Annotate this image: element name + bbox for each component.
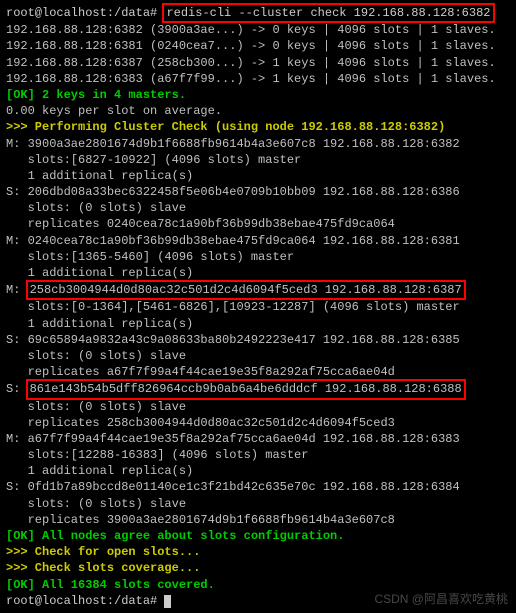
perform-line: >>> Performing Cluster Check (using node… <box>6 119 510 135</box>
node-line: M: 0240cea78c1a90bf36b99db38ebae475fd9ca… <box>6 233 510 249</box>
node-line: slots: (0 slots) slave <box>6 348 510 364</box>
node-line: 1 additional replica(s) <box>6 463 510 479</box>
node-line: S: 0fd1b7a89bccd8e01140ce1c3f21bd42c635e… <box>6 479 510 495</box>
node-line: S: 206dbd08a33bec6322458f5e06b4e0709b10b… <box>6 184 510 200</box>
node-line: S: 69c65894a9832a43c9a08633ba80b2492223e… <box>6 332 510 348</box>
highlight-slave-6388: 861e143b54b5dff826964ccb9b0ab6a4be6dddcf… <box>26 379 466 399</box>
node-line: M: 3900a3ae2801674d9b1f6688fb9614b4a3e60… <box>6 136 510 152</box>
summary-line: 192.168.88.128:6381 (0240cea7...) -> 0 k… <box>6 38 510 54</box>
node-line: slots:[0-1364],[5461-6826],[10923-12287]… <box>6 299 510 315</box>
node-line: slots:[6827-10922] (4096 slots) master <box>6 152 510 168</box>
node-line: 1 additional replica(s) <box>6 265 510 281</box>
summary-line: 192.168.88.128:6382 (3900a3ae...) -> 0 k… <box>6 22 510 38</box>
check-slots-coverage: >>> Check slots coverage... <box>6 560 510 576</box>
node-line: replicates a67f7f99a4f44cae19e35f8a292af… <box>6 364 510 380</box>
summary-line: 192.168.88.128:6387 (258cb300...) -> 1 k… <box>6 55 510 71</box>
command-text: redis-cli --cluster check 192.168.88.128… <box>166 6 490 20</box>
node-line: replicates 258cb3004944d0d80ac32c501d2c4… <box>6 415 510 431</box>
node-line: slots: (0 slots) slave <box>6 496 510 512</box>
node-line-s3: S: 861e143b54b5dff826964ccb9b0ab6a4be6dd… <box>6 380 510 398</box>
node-id-addr: 861e143b54b5dff826964ccb9b0ab6a4be6dddcf… <box>30 382 462 396</box>
node-line: 1 additional replica(s) <box>6 316 510 332</box>
node-line: replicates 3900a3ae2801674d9b1f6688fb961… <box>6 512 510 528</box>
ok-keys-line: [OK] 2 keys in 4 masters. <box>6 87 510 103</box>
avg-line: 0.00 keys per slot on average. <box>6 103 510 119</box>
shell-prompt: root@localhost:/data# <box>6 6 164 20</box>
summary-line: 192.168.88.128:6383 (a67f7f99...) -> 1 k… <box>6 71 510 87</box>
node-line: M: a67f7f99a4f44cae19e35f8a292af75cca6ae… <box>6 431 510 447</box>
node-prefix: S: <box>6 382 28 396</box>
highlight-master-6387: 258cb3004944d0d80ac32c501d2c4d6094f5ced3… <box>26 280 466 300</box>
check-open-slots: >>> Check for open slots... <box>6 544 510 560</box>
node-line: replicates 0240cea78c1a90bf36b99db38ebae… <box>6 216 510 232</box>
node-line: slots:[1365-5460] (4096 slots) master <box>6 249 510 265</box>
highlight-command: redis-cli --cluster check 192.168.88.128… <box>162 3 494 23</box>
command-line: root@localhost:/data# redis-cli --cluste… <box>6 4 510 22</box>
node-line: slots: (0 slots) slave <box>6 200 510 216</box>
shell-prompt: root@localhost:/data# <box>6 594 164 608</box>
node-line: slots: (0 slots) slave <box>6 399 510 415</box>
node-line: slots:[12288-16383] (4096 slots) master <box>6 447 510 463</box>
node-id-addr: 258cb3004944d0d80ac32c501d2c4d6094f5ced3… <box>30 283 462 297</box>
ok-slots-config: [OK] All nodes agree about slots configu… <box>6 528 510 544</box>
node-prefix: M: <box>6 283 28 297</box>
cursor-icon <box>164 595 171 608</box>
node-line-m3: M: 258cb3004944d0d80ac32c501d2c4d6094f5c… <box>6 281 510 299</box>
node-line: 1 additional replica(s) <box>6 168 510 184</box>
watermark: CSDN @阿昌喜欢吃黄桃 <box>374 591 508 607</box>
